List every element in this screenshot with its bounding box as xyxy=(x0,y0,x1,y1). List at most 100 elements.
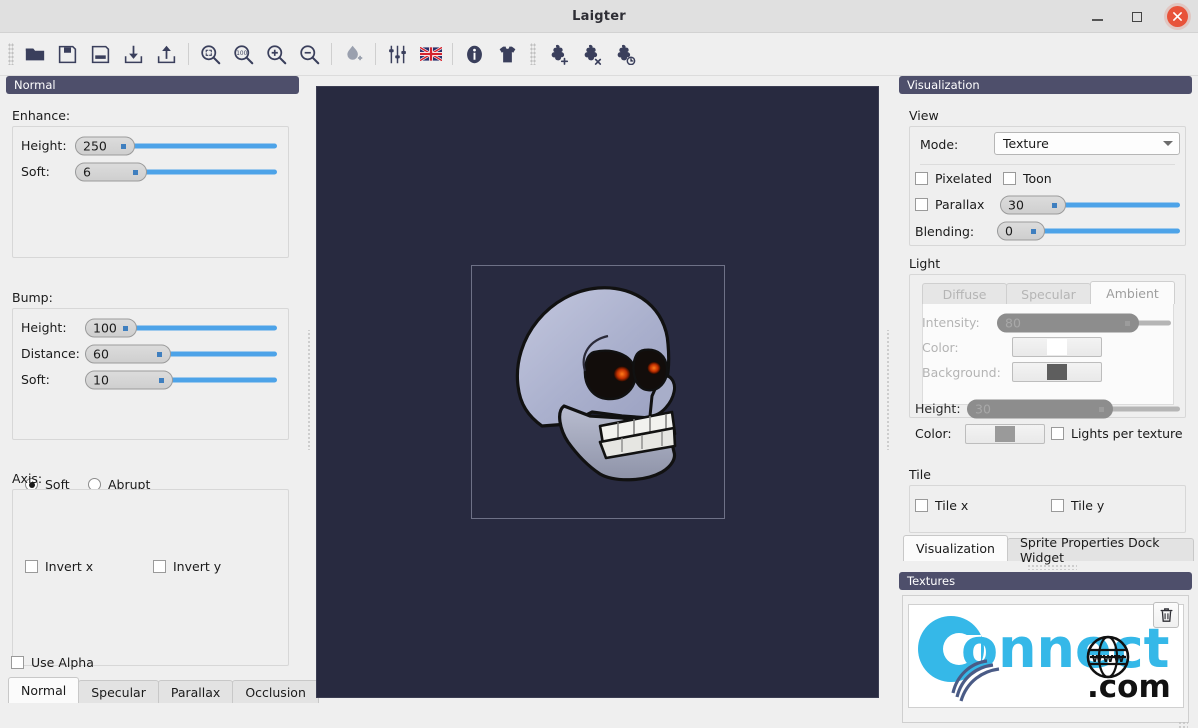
bump-soft-slider[interactable]: 10 xyxy=(85,370,277,390)
zoom-fit-icon[interactable] xyxy=(194,38,227,71)
add-plugin-icon[interactable] xyxy=(542,38,575,71)
parallax-checkbox[interactable]: Parallax xyxy=(915,197,984,212)
open-folder-icon[interactable] xyxy=(18,38,51,71)
toon-checkbox[interactable]: Toon xyxy=(1003,171,1052,186)
invert-y-label: Invert y xyxy=(173,559,221,574)
connect-logo: onnect www .com xyxy=(909,605,1184,708)
enhance-height-slider[interactable]: 250 xyxy=(75,136,277,156)
tile-label: Tile xyxy=(909,467,931,482)
left-splitter[interactable] xyxy=(305,330,313,450)
ambient-background-button[interactable] xyxy=(1012,362,1102,382)
dock-splitter-handle[interactable] xyxy=(1027,564,1077,570)
tile-x-checkbox[interactable]: Tile x xyxy=(915,498,968,513)
import-icon[interactable] xyxy=(117,38,150,71)
shirt-icon[interactable] xyxy=(491,38,524,71)
reload-plugin-icon[interactable] xyxy=(608,38,641,71)
remove-plugin-icon[interactable] xyxy=(575,38,608,71)
maximize-button[interactable] xyxy=(1124,4,1150,30)
spin-handle xyxy=(1099,407,1104,412)
view-label: View xyxy=(909,108,939,123)
invert-x-checkbox[interactable]: Invert x xyxy=(25,559,93,574)
parallax-slider[interactable]: 30 xyxy=(1000,195,1180,215)
www-text: www xyxy=(1091,651,1124,665)
settings-sliders-icon[interactable] xyxy=(381,38,414,71)
use-alpha-checkbox[interactable]: Use Alpha xyxy=(11,655,94,670)
dock-tab-visualization[interactable]: Visualization xyxy=(903,535,1008,561)
bump-distance-label: Distance: xyxy=(21,346,80,361)
spin-value: 80 xyxy=(1005,316,1021,331)
window-title: Laigter xyxy=(572,9,626,24)
lights-per-texture-checkbox[interactable]: Lights per texture xyxy=(1051,426,1183,441)
tab-label: Visualization xyxy=(916,541,995,556)
enhance-height-spinbox[interactable]: 250 xyxy=(75,137,135,156)
delete-texture-button[interactable] xyxy=(1153,602,1179,628)
enhance-soft-slider[interactable]: 6 xyxy=(75,162,277,182)
bump-distance-slider[interactable]: 60 xyxy=(85,344,277,364)
light-tab-ambient[interactable]: Ambient xyxy=(1090,281,1175,304)
textures-resize-grip[interactable] xyxy=(1178,721,1188,728)
zoom-in-icon[interactable] xyxy=(260,38,293,71)
light-color-button[interactable] xyxy=(965,424,1045,444)
add-light-icon[interactable] xyxy=(337,38,370,71)
tab-normal[interactable]: Normal xyxy=(8,677,79,703)
left-dock-tabbar: Normal Specular Parallax Occlusion xyxy=(8,677,305,703)
bump-soft-label: Soft: xyxy=(21,372,50,387)
blending-spinbox[interactable]: 0 xyxy=(997,222,1045,241)
textures-panel: onnect www .com xyxy=(902,595,1189,723)
spin-handle xyxy=(157,352,162,357)
texture-thumbnail[interactable]: onnect www .com xyxy=(908,604,1184,708)
toolbar-grip[interactable] xyxy=(8,43,14,65)
maximize-icon xyxy=(1132,12,1142,22)
spin-value: 100 xyxy=(93,321,117,336)
window-controls xyxy=(1084,0,1190,33)
tile-y-checkbox[interactable]: Tile y xyxy=(1051,498,1104,513)
left-dock-title: Normal xyxy=(6,76,299,94)
info-icon[interactable] xyxy=(458,38,491,71)
app-window: Laigter xyxy=(0,0,1198,728)
light-tab-diffuse[interactable]: Diffuse xyxy=(922,283,1007,304)
sprite-preview-viewport[interactable] xyxy=(316,86,879,698)
skull-sprite xyxy=(472,266,724,518)
mode-select[interactable]: Texture xyxy=(994,132,1180,155)
blending-slider[interactable]: 0 xyxy=(997,221,1180,241)
tab-label: Sprite Properties Dock Widget xyxy=(1020,535,1181,565)
zoom-out-icon[interactable] xyxy=(293,38,326,71)
right-splitter[interactable] xyxy=(884,330,892,450)
language-flag-icon[interactable] xyxy=(414,38,447,71)
enhance-soft-spinbox[interactable]: 6 xyxy=(75,163,147,182)
axis-label: Axis: xyxy=(12,471,42,486)
pixelated-checkbox[interactable]: Pixelated xyxy=(915,171,992,186)
light-tab-specular[interactable]: Specular xyxy=(1006,283,1091,304)
right-dock-tabbar: Visualization Sprite Properties Dock Wid… xyxy=(903,535,1193,561)
toolbar-grip[interactable] xyxy=(530,43,536,65)
tab-occlusion[interactable]: Occlusion xyxy=(232,680,319,703)
dock-tab-sprite-properties[interactable]: Sprite Properties Dock Widget xyxy=(1007,538,1194,561)
save-as-icon[interactable] xyxy=(84,38,117,71)
checkbox-icon xyxy=(1003,172,1016,185)
bump-height-spinbox[interactable]: 100 xyxy=(85,319,137,338)
save-icon[interactable] xyxy=(51,38,84,71)
checkbox-icon xyxy=(1051,499,1064,512)
visualization-dock-title: Visualization xyxy=(899,76,1192,94)
tab-label: Ambient xyxy=(1106,286,1159,301)
close-icon xyxy=(1167,6,1188,27)
tab-label: Specular xyxy=(91,685,146,700)
ambient-color-swatch-button[interactable] xyxy=(1012,337,1102,357)
toon-label: Toon xyxy=(1023,171,1052,186)
blending-label: Blending: xyxy=(915,224,974,239)
close-button[interactable] xyxy=(1164,4,1190,30)
invert-y-checkbox[interactable]: Invert y xyxy=(153,559,221,574)
tab-label: Parallax xyxy=(171,685,220,700)
export-icon[interactable] xyxy=(150,38,183,71)
parallax-spinbox[interactable]: 30 xyxy=(1000,196,1066,215)
bump-soft-spinbox[interactable]: 10 xyxy=(85,371,173,390)
tab-specular[interactable]: Specular xyxy=(78,680,159,703)
spin-value: 10 xyxy=(93,373,109,388)
minimize-button[interactable] xyxy=(1084,4,1110,30)
spin-handle xyxy=(159,378,164,383)
zoom-100-icon[interactable]: 100 xyxy=(227,38,260,71)
tab-label: Specular xyxy=(1021,287,1076,302)
bump-distance-spinbox[interactable]: 60 xyxy=(85,345,171,364)
tab-parallax[interactable]: Parallax xyxy=(158,680,233,703)
bump-height-slider[interactable]: 100 xyxy=(85,318,277,338)
